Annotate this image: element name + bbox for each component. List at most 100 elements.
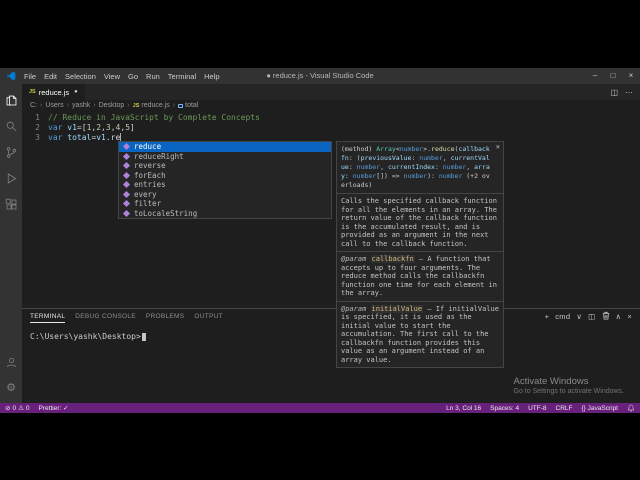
breadcrumb-separator: ›	[66, 102, 69, 109]
panel-tab-terminal[interactable]: TERMINAL	[30, 311, 66, 323]
status-eol[interactable]: CRLF	[556, 405, 573, 412]
breadcrumb-item-desktop[interactable]: Desktop	[99, 102, 125, 109]
more-actions-icon[interactable]: ⋯	[625, 88, 633, 97]
status-problems[interactable]: ⊘ 0 ⚠ 0	[5, 404, 30, 413]
terminal-profile-dropdown-icon[interactable]: ∨	[576, 312, 582, 321]
code-area: 1 // Reduce in JavaScript by Complete Con…	[22, 113, 640, 143]
account-icon[interactable]	[0, 349, 22, 375]
menu-run[interactable]: Run	[142, 72, 164, 81]
settings-gear-icon[interactable]: ⚙	[0, 375, 22, 401]
tab-reduce-js[interactable]: JS reduce.js ●	[22, 84, 85, 100]
suggest-item-entries[interactable]: entries	[119, 180, 331, 190]
breadcrumb-item-reduce-js[interactable]: JS reduce.js	[133, 102, 170, 109]
menu-go[interactable]: Go	[124, 72, 142, 81]
watermark-subtitle: Go to Settings to activate Windows.	[513, 388, 625, 395]
vscode-logo	[0, 71, 20, 81]
js-file-icon: JS	[29, 89, 36, 95]
menu-help[interactable]: Help	[200, 72, 223, 81]
status-line-col[interactable]: Ln 3, Col 16	[446, 405, 481, 412]
close-panel-icon[interactable]: ×	[627, 312, 632, 321]
menu-file[interactable]: File	[20, 72, 40, 81]
editor-pane[interactable]: 1 // Reduce in JavaScript by Complete Con…	[22, 111, 640, 368]
suggest-item-foreach[interactable]: forEach	[119, 171, 331, 181]
terminal-content[interactable]: C:\Users\yashk\Desktop>	[22, 324, 640, 341]
maximize-panel-icon[interactable]: ∧	[616, 312, 622, 321]
code-line: 2 var v1=[1,2,3,4,5]	[22, 123, 640, 133]
dirty-dot-icon[interactable]: ●	[74, 89, 78, 95]
watermark-title: Activate Windows	[513, 376, 589, 387]
breadcrumb-item-users[interactable]: Users	[45, 102, 63, 109]
menu-selection[interactable]: Selection	[61, 72, 100, 81]
method-icon	[122, 181, 131, 189]
breadcrumb-separator: ›	[127, 102, 130, 109]
title-bar: File Edit Selection View Go Run Terminal Help ●…	[0, 68, 640, 84]
activity-bar: ⚙	[0, 84, 22, 403]
terminal-cursor	[141, 333, 146, 341]
panel-tab-debug-console[interactable]: DEBUG CONSOLE	[75, 311, 136, 323]
editor-actions: ◫ ⋯	[610, 84, 640, 100]
menu-bar: File Edit Selection View Go Run Terminal Help	[20, 72, 224, 81]
docs-params: @param callbackfn — A function that acce…	[337, 251, 503, 367]
split-editor-icon[interactable]: ◫	[610, 88, 618, 97]
panel-tab-problems[interactable]: PROBLEMS	[146, 311, 185, 323]
terminal-shell-label[interactable]: cmd	[555, 312, 570, 321]
docs-description: Calls the specified callback function fo…	[337, 193, 503, 251]
line-number: 2	[35, 123, 40, 132]
suggest-item-reduce[interactable]: reduce	[119, 142, 331, 152]
line-number: 1	[35, 113, 40, 122]
error-icon: ⊘	[5, 405, 11, 412]
method-icon	[122, 171, 131, 179]
symbol-variable-icon	[178, 103, 184, 108]
menu-edit[interactable]: Edit	[40, 72, 61, 81]
split-terminal-icon[interactable]: ◫	[588, 312, 595, 321]
search-icon[interactable]	[0, 113, 22, 139]
status-bar: ⊘ 0 ⚠ 0 Prettier: ✓ Ln 3, Col 16 Spaces: 4 UTF…	[0, 403, 640, 413]
terminal-prompt: C:\Users\yashk\Desktop>	[30, 332, 141, 341]
minimize-button[interactable]: –	[586, 68, 604, 84]
code-line: 1 // Reduce in JavaScript by Complete Con…	[22, 113, 640, 123]
breadcrumb-item-total[interactable]: total	[178, 102, 198, 109]
code-text: // Reduce in JavaScript by Complete Conc…	[48, 113, 260, 122]
tab-bar: JS reduce.js ● ◫ ⋯	[22, 84, 640, 100]
code-text: var total=v1.re	[48, 133, 122, 142]
suggest-item-tolocalestring[interactable]: toLocaleString	[119, 209, 331, 219]
status-language[interactable]: {} JavaScript	[582, 405, 619, 412]
docs-param: @param callbackfn — A function that acce…	[337, 251, 503, 301]
extensions-icon[interactable]	[0, 191, 22, 217]
source-control-icon[interactable]	[0, 139, 22, 165]
status-prettier[interactable]: Prettier: ✓	[39, 404, 69, 412]
main-area: ⚙ JS reduce.js ● ◫ ⋯ C: › Users › yashk › Desk…	[0, 84, 640, 403]
breadcrumb-item-yashk[interactable]: yashk	[72, 102, 90, 109]
run-and-debug-icon[interactable]	[0, 165, 22, 191]
breadcrumb-separator: ›	[93, 102, 96, 109]
status-left: ⊘ 0 ⚠ 0 Prettier: ✓	[5, 404, 69, 413]
docs-close-icon[interactable]: ×	[496, 143, 500, 152]
suggest-item-reverse[interactable]: reverse	[119, 161, 331, 171]
suggest-item-filter[interactable]: filter	[119, 199, 331, 209]
explorer-icon[interactable]	[0, 87, 22, 113]
menu-view[interactable]: View	[100, 72, 124, 81]
terminal-tabs: TERMINAL DEBUG CONSOLE PROBLEMS OUTPUT	[30, 311, 233, 323]
notifications-bell-icon[interactable]	[627, 404, 635, 412]
line-number: 3	[35, 133, 40, 142]
close-button[interactable]: ×	[622, 68, 640, 84]
js-file-icon: JS	[132, 102, 140, 109]
menu-terminal[interactable]: Terminal	[164, 72, 200, 81]
breadcrumb-separator: ›	[172, 102, 176, 109]
panel-header: TERMINAL DEBUG CONSOLE PROBLEMS OUTPUT + cm…	[22, 309, 640, 324]
suggest-item-every[interactable]: every	[119, 190, 331, 200]
maximize-button[interactable]: □	[604, 68, 622, 84]
breadcrumb-item-c[interactable]: C:	[30, 102, 37, 109]
status-right: Ln 3, Col 16 Spaces: 4 UTF-8 CRLF {} JavaScr…	[446, 405, 618, 412]
code-text: var v1=[1,2,3,4,5]	[48, 123, 135, 132]
status-indentation[interactable]: Spaces: 4	[490, 405, 519, 412]
kill-terminal-icon[interactable]	[602, 311, 610, 322]
status-encoding[interactable]: UTF-8	[528, 405, 546, 412]
breadcrumb-separator: ›	[40, 102, 43, 109]
method-icon	[122, 143, 131, 151]
method-icon	[122, 190, 131, 198]
suggest-item-reduceright[interactable]: reduceRight	[119, 152, 331, 162]
panel-tab-output[interactable]: OUTPUT	[194, 311, 223, 323]
terminal-actions: + cmd ∨ ◫ ∧ ×	[545, 311, 632, 322]
new-terminal-icon[interactable]: +	[545, 312, 550, 321]
